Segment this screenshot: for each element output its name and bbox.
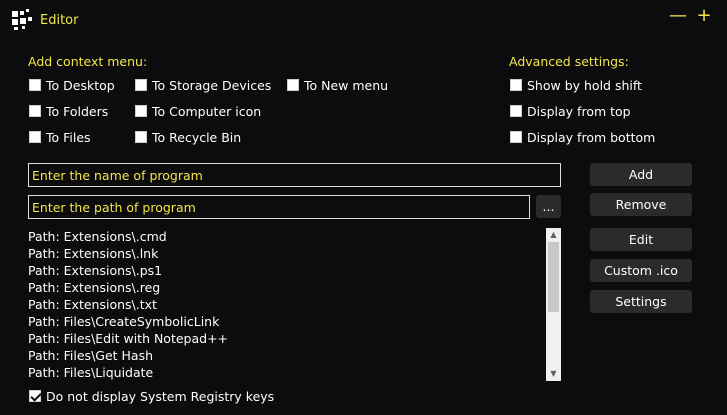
scrollbar-thumb[interactable] bbox=[548, 242, 559, 312]
list-item[interactable]: Path: Files\Liquidate bbox=[28, 364, 546, 380]
program-path-input[interactable] bbox=[28, 195, 530, 219]
list-item[interactable]: Path: Files\Edit with Notepad++ bbox=[28, 330, 546, 347]
checkbox-box[interactable] bbox=[29, 131, 41, 143]
checkbox-hide-registry-keys[interactable]: Do not display System Registry keys bbox=[29, 388, 274, 404]
list-item[interactable]: Path: Files\Get Hash bbox=[28, 347, 546, 364]
window-title: Editor bbox=[40, 13, 79, 28]
app-grid-icon bbox=[12, 9, 34, 31]
checkbox-label: To Recycle Bin bbox=[152, 129, 242, 145]
scroll-down-arrow-icon[interactable]: ▼ bbox=[546, 367, 561, 381]
checkbox-box[interactable] bbox=[29, 105, 41, 117]
checkbox-display-from-top[interactable]: Display from top bbox=[510, 103, 631, 119]
checkbox-label: To Files bbox=[46, 129, 91, 145]
remove-button[interactable]: Remove bbox=[590, 193, 692, 216]
checkbox-box[interactable] bbox=[510, 131, 522, 143]
checkbox-box[interactable] bbox=[135, 131, 147, 143]
checkbox-label: To Desktop bbox=[46, 77, 115, 93]
checkbox-to-files[interactable]: To Files bbox=[29, 129, 91, 145]
list-item[interactable]: Path: Extensions\.reg bbox=[28, 279, 546, 296]
checkbox-label: To Computer icon bbox=[152, 103, 262, 119]
program-name-input[interactable] bbox=[28, 163, 561, 187]
checkbox-to-recycle-bin[interactable]: To Recycle Bin bbox=[135, 129, 241, 145]
checkbox-label: Show by hold shift bbox=[527, 77, 642, 93]
context-menu-heading: Add context menu: bbox=[28, 54, 148, 69]
checkbox-box[interactable] bbox=[29, 79, 41, 91]
checkbox-box[interactable] bbox=[135, 79, 147, 91]
checkbox-label: To Storage Devices bbox=[152, 77, 272, 93]
checkbox-to-computer-icon[interactable]: To Computer icon bbox=[135, 103, 261, 119]
checkbox-to-folders[interactable]: To Folders bbox=[29, 103, 108, 119]
list-item[interactable]: Path: Extensions\.txt bbox=[28, 296, 546, 313]
add-button[interactable]: Add bbox=[590, 163, 692, 186]
list-item[interactable]: Path: Extensions\.lnk bbox=[28, 245, 546, 262]
checkbox-label: Do not display System Registry keys bbox=[46, 388, 275, 404]
advanced-settings-heading: Advanced settings: bbox=[509, 54, 629, 69]
scroll-up-arrow-icon[interactable]: ▲ bbox=[546, 228, 561, 242]
checkbox-label: To Folders bbox=[46, 103, 109, 119]
checkbox-box[interactable] bbox=[510, 79, 522, 91]
list-item[interactable]: Path: Extensions\.ps1 bbox=[28, 262, 546, 279]
checkbox-box[interactable] bbox=[29, 390, 41, 402]
checkbox-to-new-menu[interactable]: To New menu bbox=[287, 77, 388, 93]
edit-button[interactable]: Edit bbox=[590, 228, 692, 251]
custom-ico-button[interactable]: Custom .ico bbox=[590, 259, 692, 282]
checkbox-label: Display from bottom bbox=[527, 129, 656, 145]
list-scrollbar[interactable]: ▲ ▼ bbox=[546, 228, 561, 381]
program-path-list[interactable]: Path: Extensions\.cmd Path: Extensions\.… bbox=[28, 228, 546, 380]
checkbox-box[interactable] bbox=[287, 79, 299, 91]
checkbox-label: Display from top bbox=[527, 103, 631, 119]
minimize-button[interactable]: — bbox=[667, 6, 689, 28]
list-item[interactable]: Path: Extensions\.cmd bbox=[28, 228, 546, 245]
checkbox-to-desktop[interactable]: To Desktop bbox=[29, 77, 115, 93]
checkbox-box[interactable] bbox=[510, 105, 522, 117]
checkbox-display-from-bottom[interactable]: Display from bottom bbox=[510, 129, 655, 145]
checkbox-show-by-hold-shift[interactable]: Show by hold shift bbox=[510, 77, 642, 93]
checkbox-to-storage-devices[interactable]: To Storage Devices bbox=[135, 77, 271, 93]
checkbox-box[interactable] bbox=[135, 105, 147, 117]
checkbox-label: To New menu bbox=[304, 77, 389, 93]
settings-button[interactable]: Settings bbox=[590, 290, 692, 313]
maximize-button[interactable]: + bbox=[693, 6, 715, 28]
browse-path-button[interactable]: ... bbox=[536, 195, 561, 218]
list-item[interactable]: Path: Files\CreateSymbolicLink bbox=[28, 313, 546, 330]
